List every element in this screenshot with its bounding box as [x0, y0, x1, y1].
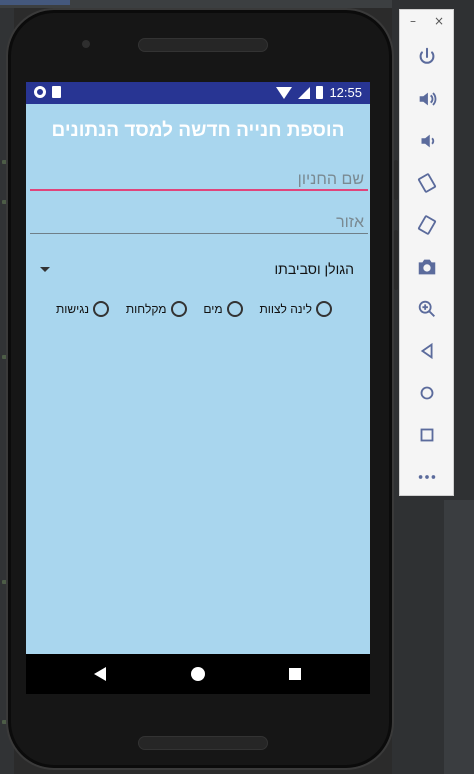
- radio-accessibility[interactable]: נגישות: [56, 301, 110, 317]
- wifi-icon: [276, 86, 293, 99]
- side-button: [394, 230, 398, 290]
- home-button[interactable]: [412, 378, 442, 408]
- back-icon: [420, 342, 433, 360]
- more-icon: [418, 475, 436, 479]
- rotate-left-button[interactable]: [412, 168, 442, 198]
- phone-screen: 12:55 הוספת חנייה חדשה למסד הנתונים הגול…: [26, 82, 370, 694]
- radio-water[interactable]: מים: [203, 301, 243, 317]
- volume-down-icon: [421, 134, 435, 148]
- more-button[interactable]: [412, 462, 442, 492]
- radio-label: מקלחות: [125, 302, 167, 316]
- radio-circle-icon: [316, 301, 332, 317]
- rotate-right-button[interactable]: [412, 210, 442, 240]
- radio-showers[interactable]: מקלחות: [126, 301, 187, 317]
- region-spinner[interactable]: הגולן וסביבתו: [40, 258, 354, 282]
- battery-icon: [316, 86, 324, 99]
- page-title: הוספת חנייה חדשה למסד הנתונים: [51, 120, 345, 141]
- nav-back-icon[interactable]: [94, 667, 106, 681]
- minimize-button[interactable]: –: [410, 14, 416, 28]
- notification-dot-icon: [34, 86, 46, 98]
- radio-label: נגישות: [56, 302, 90, 316]
- power-icon: [419, 47, 435, 64]
- screenshot-button[interactable]: [412, 252, 442, 282]
- nav-home-icon[interactable]: [191, 667, 205, 681]
- volume-up-icon: [419, 92, 437, 106]
- camera-icon: [418, 259, 436, 275]
- parking-name-underline: [30, 189, 368, 191]
- sd-card-icon: [52, 86, 61, 98]
- power-button[interactable]: [412, 42, 442, 72]
- zoom-icon: [418, 300, 435, 317]
- volume-down-button[interactable]: [412, 126, 442, 156]
- status-bar: 12:55: [26, 82, 370, 104]
- home-icon: [420, 386, 434, 400]
- side-button: [394, 160, 398, 200]
- radio-circle-icon: [226, 301, 243, 317]
- back-button[interactable]: [412, 336, 442, 366]
- amenities-radio-group: לינה לצוות מים מקלחות נגישות: [56, 298, 332, 320]
- region-spinner-value: הגולן וסביבתו: [274, 261, 354, 277]
- overview-button[interactable]: [412, 420, 442, 450]
- radio-circle-icon: [93, 301, 110, 317]
- emulator-panel-header: – ×: [400, 10, 455, 36]
- rotate-left-icon: [417, 173, 437, 193]
- ide-right-strip: [444, 500, 474, 774]
- radio-circle-icon: [170, 301, 187, 317]
- navigation-bar: [26, 654, 370, 694]
- rotate-right-icon: [417, 215, 437, 235]
- dropdown-arrow-icon: [40, 267, 50, 272]
- signal-icon: [298, 86, 311, 99]
- area-underline: [30, 233, 368, 234]
- status-time: 12:55: [329, 85, 362, 100]
- front-camera: [82, 40, 90, 48]
- top-speaker: [138, 38, 268, 52]
- radio-label: לינה לצוות: [259, 302, 312, 316]
- close-button[interactable]: ×: [434, 14, 444, 28]
- nav-recent-icon[interactable]: [289, 668, 301, 680]
- radio-staff-lodging[interactable]: לינה לצוות: [259, 301, 332, 317]
- radio-label: מים: [203, 302, 223, 316]
- zoom-button[interactable]: [412, 294, 442, 324]
- bottom-speaker: [138, 736, 268, 750]
- overview-icon: [420, 428, 434, 442]
- emulator-control-panel: – ×: [399, 9, 454, 496]
- volume-up-button[interactable]: [412, 84, 442, 114]
